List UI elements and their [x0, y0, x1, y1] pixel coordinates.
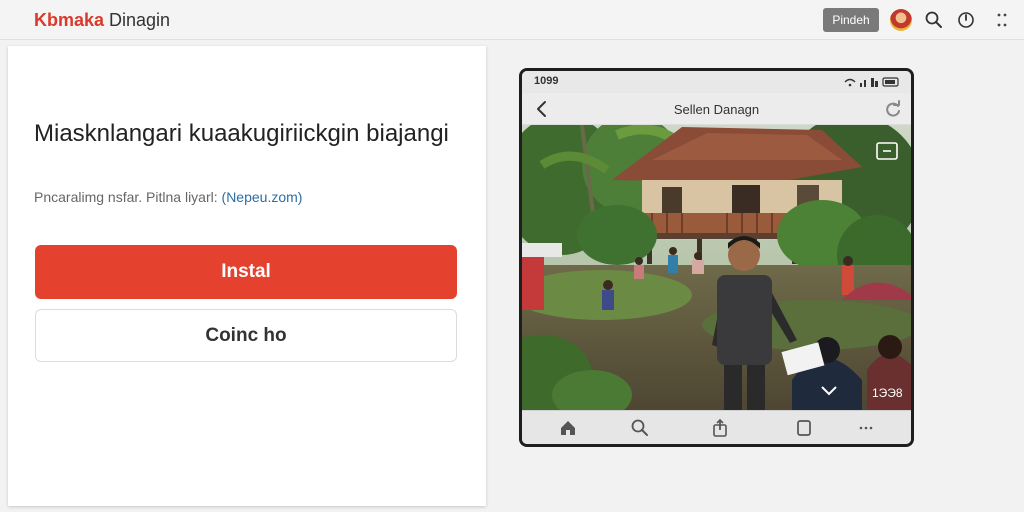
photo-counter: 1ЭЭ8 [872, 386, 903, 400]
search-icon[interactable] [924, 10, 944, 30]
phone-nav-title: Sellen Danagn [673, 102, 760, 117]
home-icon[interactable] [558, 418, 578, 438]
status-icons [843, 76, 901, 91]
refresh-icon[interactable] [883, 98, 903, 120]
brand-secondary: Dinagin [109, 10, 171, 30]
phone-status-bar: 1099 [522, 71, 911, 93]
search-icon[interactable] [630, 418, 650, 438]
card-subtitle-text: Pncaralimg nsfar. Pitlna liyarl: [34, 189, 222, 205]
share-icon[interactable] [710, 418, 730, 438]
tabs-icon[interactable] [794, 418, 814, 438]
header-action-button[interactable]: Pindeh [823, 8, 879, 32]
card-subtitle-link[interactable]: (Nepeu.zom) [222, 189, 303, 205]
continue-button[interactable]: Coinc ho [35, 309, 457, 362]
install-card: Miasknlangari kuaakugiriickgin biajangi … [8, 46, 486, 506]
signal-wifi-battery-icon [844, 77, 899, 87]
top-bar: Kbmaka Dinagin Pindeh [0, 0, 1024, 40]
more-icon[interactable] [992, 10, 1012, 30]
more-icon[interactable] [856, 418, 876, 438]
avatar[interactable] [890, 9, 912, 31]
notification-icon[interactable] [956, 10, 976, 30]
phone-screen: 1099 Sellen Danagn 1ЭЭ8 [522, 71, 911, 444]
phone-bottom-bar [522, 410, 911, 444]
brand-logo[interactable]: Kbmaka Dinagin [34, 9, 170, 31]
phone-preview: 1099 Sellen Danagn 1ЭЭ8 [519, 68, 914, 447]
install-button[interactable]: Instal [35, 245, 457, 299]
card-subtitle: Pncaralimg nsfar. Pitlna liyarl: (Nepeu.… [34, 189, 302, 205]
card-title: Miasknlangari kuaakugiriickgin biajangi [34, 120, 449, 147]
brand-primary: Kbmaka [34, 10, 105, 30]
village-photo[interactable]: 1ЭЭ8 [522, 125, 911, 410]
phone-nav-bar: Sellen Danagn [522, 93, 911, 125]
status-time: 1099 [534, 75, 559, 87]
